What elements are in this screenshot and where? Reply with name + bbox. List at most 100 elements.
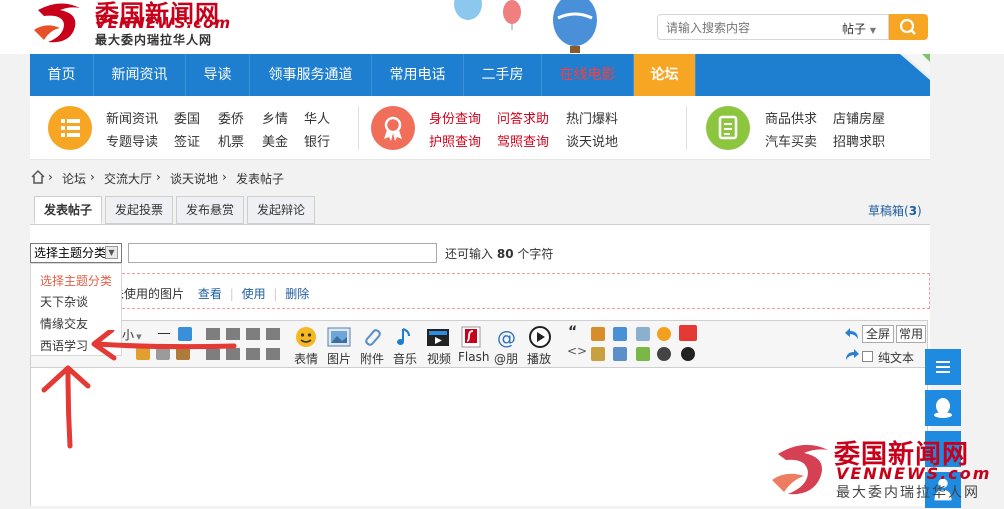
sublink-chinese[interactable]: 华人: [304, 108, 330, 127]
hidden-icon[interactable]: [636, 327, 650, 341]
undo-icon[interactable]: [844, 327, 860, 341]
blog-icon[interactable]: [657, 327, 671, 341]
disc-icon[interactable]: [657, 347, 671, 361]
nav-item-phones[interactable]: 常用电话: [372, 54, 464, 96]
redo-icon[interactable]: [844, 348, 860, 362]
sublink-passport[interactable]: 护照查询: [429, 131, 481, 150]
site-header: 委国新闻网 VENNEWS.com 最大委内瑞拉华人网 帖子 ▼: [0, 0, 1004, 54]
sublink-chat[interactable]: 谈天说地: [566, 131, 618, 150]
user-add-icon[interactable]: [636, 347, 650, 361]
index-icon[interactable]: [613, 347, 627, 361]
search-box: 帖子 ▼: [657, 14, 889, 40]
mention-icon[interactable]: @: [495, 326, 519, 348]
tabs-divider: [30, 224, 930, 225]
nav-item-consular[interactable]: 领事服务通道: [250, 54, 372, 96]
search-button[interactable]: [889, 14, 928, 40]
code-icon[interactable]: <>: [567, 344, 587, 358]
unused-images-label: 未使用的图片: [112, 287, 185, 301]
delete-images-link[interactable]: 删除: [285, 287, 309, 301]
breadcrumb-separator: ›: [222, 170, 227, 184]
music-icon[interactable]: [393, 326, 417, 348]
emoji-label: 表情: [294, 352, 319, 366]
page-icon[interactable]: [613, 327, 627, 341]
nav-item-home[interactable]: 首页: [30, 54, 94, 96]
watermark-domain: VENNEWS.com: [836, 464, 992, 483]
char-counter: 还可输入 80 个字符: [445, 245, 553, 262]
side-qq-button[interactable]: [925, 390, 961, 426]
sublink-overseas[interactable]: 委侨: [218, 108, 244, 127]
emoji-icon[interactable]: [294, 326, 318, 348]
nav-item-forum[interactable]: 论坛: [634, 54, 696, 96]
nav-item-movies[interactable]: 在线电影: [542, 54, 634, 96]
side-menu-button[interactable]: [925, 349, 961, 385]
link-separator: |: [273, 287, 278, 301]
document-icon: [706, 106, 750, 150]
common-button[interactable]: 常用: [896, 325, 926, 343]
sublink-tickets[interactable]: 机票: [218, 131, 244, 150]
lock-icon[interactable]: [591, 347, 605, 361]
plain-text-label: 纯文本: [878, 351, 915, 365]
sublink-dollar[interactable]: 美金: [262, 131, 288, 150]
search-type-select[interactable]: 帖子 ▼: [842, 20, 876, 37]
sublink-shops[interactable]: 店铺房屋: [833, 108, 885, 127]
youtube-icon[interactable]: [679, 325, 697, 341]
breadcrumb-forum[interactable]: 论坛: [62, 170, 86, 187]
unordered-list-icon[interactable]: [266, 348, 280, 360]
flash-icon[interactable]: [460, 326, 484, 348]
logo-icon[interactable]: [30, 0, 90, 46]
char-counter-prefix: 还可输入: [445, 247, 494, 261]
sublink-qa[interactable]: 问答求助: [497, 108, 549, 127]
quote-icon[interactable]: “: [568, 324, 577, 340]
chevron-down-icon: ▼: [869, 26, 876, 35]
breadcrumb-chat[interactable]: 谈天说地: [170, 170, 218, 187]
chevron-down-icon[interactable]: ▼: [105, 246, 118, 259]
sublink-cars[interactable]: 汽车买卖: [765, 131, 817, 150]
sublink-license[interactable]: 驾照查询: [497, 131, 549, 150]
nav-item-guide[interactable]: 导读: [186, 54, 250, 96]
sublink-hometown[interactable]: 乡情: [262, 108, 288, 127]
dropdown-option[interactable]: 天下杂谈: [40, 293, 88, 310]
award-icon: [371, 106, 415, 150]
tab-new-poll[interactable]: 发起投票: [105, 196, 173, 224]
sublink-venezuela[interactable]: 委国: [174, 108, 200, 127]
plain-text-checkbox[interactable]: [862, 351, 873, 362]
sublink-bank[interactable]: 银行: [304, 131, 330, 150]
view-images-link[interactable]: 查看: [198, 287, 222, 301]
play-icon[interactable]: [528, 326, 552, 348]
dropdown-option[interactable]: 选择主题分类: [40, 272, 112, 289]
breadcrumb-hall[interactable]: 交流大厅: [104, 170, 152, 187]
drafts-close: ): [917, 204, 922, 218]
divider: [686, 106, 687, 150]
nav-item-housing[interactable]: 二手房: [464, 54, 542, 96]
watermark-tagline: 最大委内瑞拉华人网: [836, 485, 980, 501]
sublink-goods[interactable]: 商品供求: [765, 108, 817, 127]
align-justify-icon[interactable]: [266, 328, 280, 340]
tab-new-reward[interactable]: 发布悬赏: [176, 196, 244, 224]
tab-new-post[interactable]: 发表帖子: [34, 196, 102, 224]
sublink-id-check[interactable]: 身份查询: [429, 108, 481, 127]
sublink-jobs[interactable]: 招聘求职: [833, 131, 885, 150]
qq-icon[interactable]: [681, 347, 695, 361]
sublink-news[interactable]: 新闻资讯: [106, 108, 158, 127]
sublink-hot[interactable]: 热门爆料: [566, 108, 618, 127]
nav-item-news[interactable]: 新闻资讯: [94, 54, 186, 96]
home-icon[interactable]: [30, 169, 46, 185]
search-input[interactable]: [666, 19, 826, 37]
tab-new-debate[interactable]: 发起辩论: [247, 196, 315, 224]
sublink-topics[interactable]: 专题导读: [106, 131, 158, 150]
video-icon[interactable]: [426, 326, 450, 348]
fullscreen-button[interactable]: 全屏: [862, 325, 894, 343]
free-icon[interactable]: [591, 327, 605, 341]
image-icon[interactable]: [327, 326, 351, 348]
drafts-count: 3: [908, 204, 918, 218]
sublink-visa[interactable]: 签证: [174, 131, 200, 150]
use-images-link[interactable]: 使用: [242, 287, 266, 301]
page-curl-decoration: [900, 54, 930, 96]
breadcrumb-separator: ›: [90, 170, 95, 184]
attachment-icon[interactable]: [360, 326, 384, 348]
drafts-link[interactable]: 草稿箱(3): [868, 202, 922, 219]
attachment-label: 附件: [360, 352, 385, 366]
balloons-decoration: [454, 0, 597, 53]
title-input[interactable]: [128, 243, 437, 263]
qq-icon: [934, 398, 952, 418]
